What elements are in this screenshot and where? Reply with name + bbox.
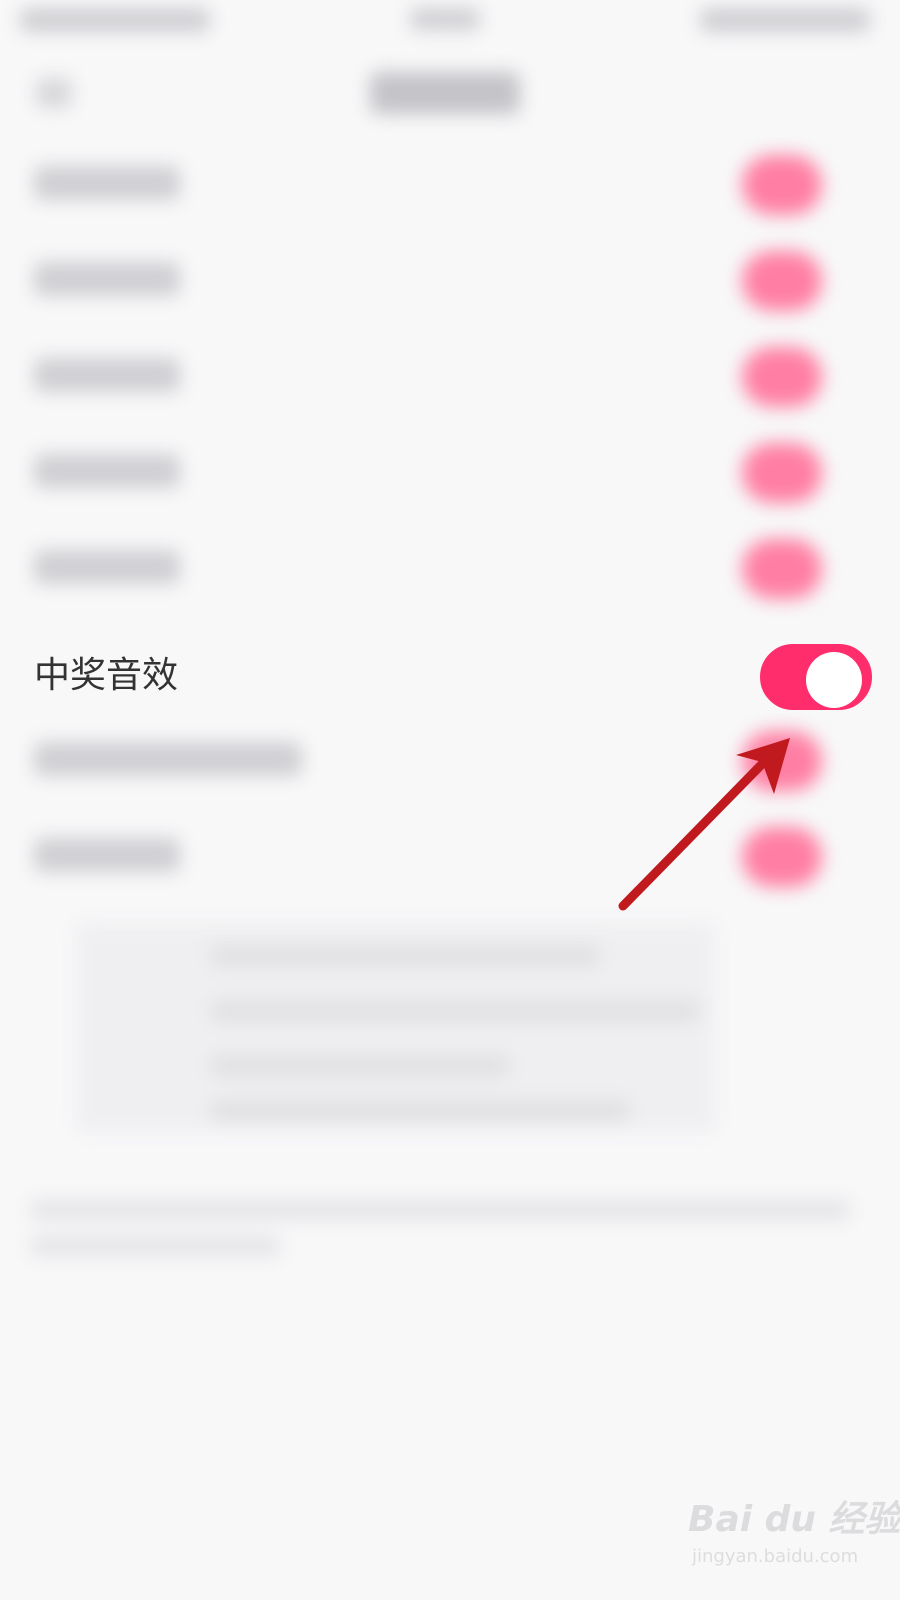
watermark: Bai du 经验 jingyan.baidu.com [688,1500,900,1590]
setting-row-toggle [742,731,822,791]
setting-row-toggle [742,443,822,503]
status-bar-right [700,8,870,32]
setting-row-toggle [742,155,822,215]
setting-row-toggle [742,347,822,407]
setting-row-toggle [742,827,822,887]
setting-row-toggle [742,539,822,599]
win-sound-toggle[interactable] [760,644,872,710]
setting-row-label [34,166,180,200]
setting-row-win-sound[interactable]: 中奖音效 [0,628,900,724]
description-line [210,1100,630,1122]
status-bar-time [410,8,480,30]
setting-row-toggle [742,251,822,311]
setting-label: 中奖音效 [34,655,179,696]
setting-row-label [34,454,180,488]
blurred-background [0,0,900,1600]
setting-row-label [34,262,180,296]
back-icon [36,78,72,108]
setting-row-label [34,838,180,872]
setting-row-label [34,742,302,776]
footer-text-line [30,1200,850,1220]
description-line [210,945,600,967]
description-line [210,1055,510,1077]
status-bar-left [20,8,210,32]
watermark-url: jingyan.baidu.com [692,1546,859,1567]
setting-row-label [34,550,180,584]
page-title [370,72,520,114]
footer-text-line [30,1236,280,1256]
description-line [210,1000,700,1022]
setting-row-label [34,358,180,392]
toggle-knob [806,652,862,708]
watermark-brand: Bai du 经验 [688,1499,900,1540]
